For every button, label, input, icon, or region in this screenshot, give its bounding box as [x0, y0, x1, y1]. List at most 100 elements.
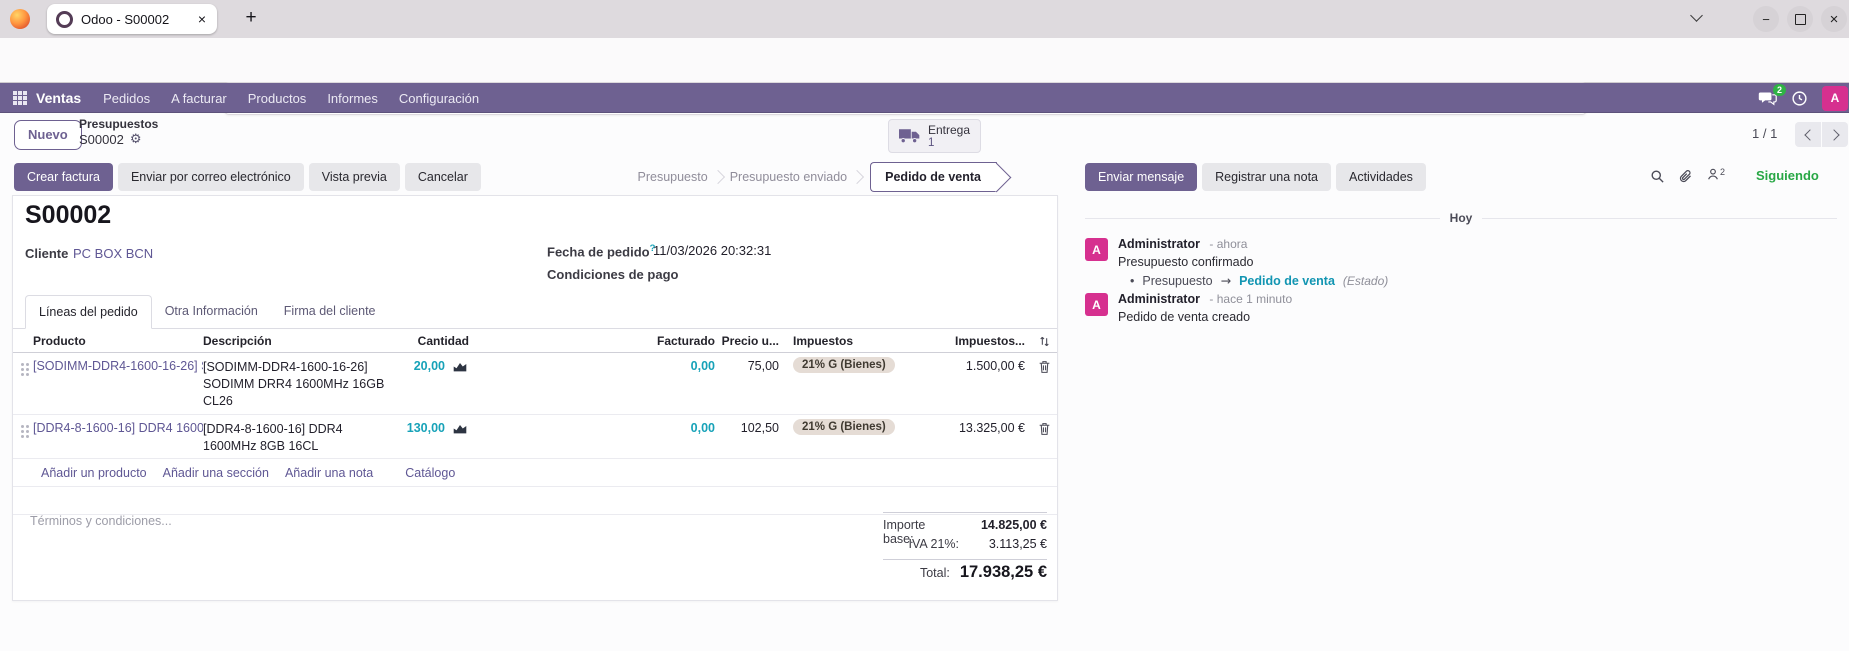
browser-toolbar: ← → ↻ localhost:8069/web?reload=true#cid… — [0, 38, 1849, 83]
statusbar: Presupuesto Presupuesto enviado Pedido d… — [629, 163, 1007, 191]
cell-taxes[interactable]: 21% G (Bienes) — [779, 357, 937, 373]
menu-configuracion[interactable]: Configuración — [399, 91, 479, 106]
chatter-buttons: Enviar mensaje Registrar una nota Activi… — [1085, 163, 1426, 191]
pager-previous-button[interactable] — [1795, 122, 1821, 147]
messages-icon[interactable]: 2 — [1758, 90, 1777, 106]
browser-tab[interactable]: Odoo - S00002 × — [47, 4, 217, 34]
notebook-tabs: Líneas del pedido Otra Información Firma… — [13, 295, 1057, 329]
optional-columns-icon[interactable] — [1025, 335, 1051, 348]
header-taxes[interactable]: Impuestos — [779, 334, 937, 348]
actions-gear-icon[interactable]: ⚙ — [130, 132, 142, 147]
status-presupuesto-enviado[interactable]: Presupuesto enviado — [721, 170, 856, 184]
status-presupuesto[interactable]: Presupuesto — [629, 170, 717, 184]
add-note-link[interactable]: Añadir una nota — [285, 466, 373, 480]
payment-terms-label: Condiciones de pago — [547, 267, 678, 282]
add-section-link[interactable]: Añadir una sección — [163, 466, 269, 480]
pager-next-button[interactable] — [1822, 122, 1848, 147]
message-author[interactable]: Administrator — [1118, 237, 1200, 251]
message-body: Presupuesto confirmado — [1118, 254, 1388, 270]
delete-row-trash-icon[interactable] — [1025, 422, 1051, 436]
tab-customer-signature[interactable]: Firma del cliente — [271, 294, 389, 328]
browser-tab-strip: Odoo - S00002 × + − × — [0, 0, 1849, 38]
new-tab-button[interactable]: + — [238, 5, 264, 31]
create-invoice-button[interactable]: Crear factura — [14, 163, 113, 191]
message-body: Pedido de venta creado — [1118, 309, 1292, 325]
order-date-value[interactable]: 11/03/2026 20:32:31 — [653, 243, 771, 258]
catalog-link[interactable]: Catálogo — [405, 466, 455, 480]
following-toggle[interactable]: Siguiendo — [1756, 168, 1819, 183]
header-qty[interactable]: Cantidad — [399, 334, 469, 348]
tax-badge[interactable]: 21% G (Bienes) — [793, 357, 895, 373]
message-time: - hace 1 minuto — [1209, 292, 1292, 306]
window-maximize-button[interactable] — [1787, 6, 1813, 32]
record-name: S00002 — [79, 132, 124, 147]
chatter-icons: 2 — [1650, 167, 1725, 186]
menu-informes[interactable]: Informes — [327, 91, 378, 106]
action-buttons: Crear factura Enviar por correo electrón… — [14, 163, 481, 191]
send-by-email-button[interactable]: Enviar por correo electrónico — [118, 163, 304, 191]
cell-product[interactable]: [DDR4-8-1600-16] DDR4 1600MHz 8GB — [33, 421, 203, 435]
attachment-paperclip-icon[interactable] — [1678, 169, 1693, 184]
tax-badge[interactable]: 21% G (Bienes) — [793, 419, 895, 435]
apps-grid-icon[interactable] — [13, 91, 27, 105]
preview-button[interactable]: Vista previa — [309, 163, 400, 191]
activities-clock-icon[interactable] — [1791, 90, 1808, 107]
cell-taxes[interactable]: 21% G (Bienes) — [779, 419, 937, 435]
send-message-button[interactable]: Enviar mensaje — [1085, 163, 1197, 191]
tracking-field: (Estado) — [1343, 273, 1388, 289]
nav-menu: Pedidos A facturar Productos Informes Co… — [103, 91, 479, 106]
new-record-button[interactable]: Nuevo — [14, 120, 82, 150]
screen: Odoo - S00002 × + − × ← → ↻ localhost:80… — [0, 0, 1849, 651]
forecast-chart-icon[interactable] — [445, 360, 469, 373]
followers-icon[interactable]: 2 — [1706, 167, 1725, 186]
menu-pedidos[interactable]: Pedidos — [103, 91, 150, 106]
cell-description[interactable]: [DDR4-8-1600-16] DDR4 1600MHz 8GB 16CL — [203, 421, 399, 455]
header-product[interactable]: Producto — [33, 334, 203, 348]
tab-list-chevron-icon[interactable] — [1690, 9, 1703, 22]
header-description[interactable]: Descripción — [203, 334, 399, 348]
drag-handle-icon[interactable] — [21, 425, 33, 438]
smart-button-label: Entrega — [928, 124, 970, 137]
cell-qty[interactable]: 130,00 — [399, 421, 445, 435]
log-note-button[interactable]: Registrar una nota — [1202, 163, 1331, 191]
header-amount[interactable]: Impuestos... — [937, 334, 1025, 348]
search-message-icon[interactable] — [1650, 169, 1665, 184]
totals-block: Importe base: 14.825,00 € IVA 21%: 3.113… — [883, 512, 1047, 587]
delivery-smart-button[interactable]: Entrega 1 — [888, 119, 981, 153]
truck-icon — [899, 128, 921, 144]
user-avatar[interactable]: A — [1822, 86, 1848, 111]
window-minimize-button[interactable]: − — [1753, 6, 1779, 32]
cell-invoiced: 0,00 — [469, 359, 715, 373]
message-author[interactable]: Administrator — [1118, 292, 1200, 306]
avatar: A — [1085, 293, 1108, 316]
cell-price[interactable]: 75,00 — [715, 359, 779, 373]
firefox-icon[interactable] — [10, 9, 30, 29]
terms-placeholder[interactable]: Términos y condiciones... — [30, 514, 172, 528]
pager — [1795, 122, 1848, 147]
cell-qty[interactable]: 20,00 — [399, 359, 445, 373]
cell-price[interactable]: 102,50 — [715, 421, 779, 435]
cancel-button[interactable]: Cancelar — [405, 163, 481, 191]
tab-order-lines[interactable]: Líneas del pedido — [25, 295, 152, 329]
header-price[interactable]: Precio u... — [715, 334, 779, 348]
header-invoiced[interactable]: Facturado — [469, 334, 715, 348]
add-product-link[interactable]: Añadir un producto — [41, 466, 147, 480]
customer-value[interactable]: PC BOX BCN — [73, 246, 153, 261]
cell-description[interactable]: [SODIMM-DDR4-1600-16-26] SODIMM DRR4 160… — [203, 359, 399, 410]
cell-product[interactable]: [SODIMM-DDR4-1600-16-26] SODIMM DRR4 — [33, 359, 203, 373]
activities-button[interactable]: Actividades — [1336, 163, 1426, 191]
tab-close-icon[interactable]: × — [196, 11, 208, 27]
table-row: [DDR4-8-1600-16] DDR4 1600MHz 8GB [DDR4-… — [13, 415, 1057, 460]
breadcrumb-presupuestos[interactable]: Presupuestos — [79, 117, 158, 131]
forecast-chart-icon[interactable] — [445, 422, 469, 435]
delete-row-trash-icon[interactable] — [1025, 360, 1051, 374]
drag-handle-icon[interactable] — [21, 363, 33, 376]
menu-a-facturar[interactable]: A facturar — [171, 91, 227, 106]
tab-other-info[interactable]: Otra Información — [152, 294, 271, 328]
app-name[interactable]: Ventas — [36, 90, 81, 106]
followers-count: 2 — [1720, 167, 1725, 177]
status-pedido-de-venta-active[interactable]: Pedido de venta — [870, 162, 997, 192]
menu-productos[interactable]: Productos — [248, 91, 307, 106]
window-close-button[interactable]: × — [1821, 6, 1847, 32]
table-row: [SODIMM-DDR4-1600-16-26] SODIMM DRR4 [SO… — [13, 353, 1057, 415]
